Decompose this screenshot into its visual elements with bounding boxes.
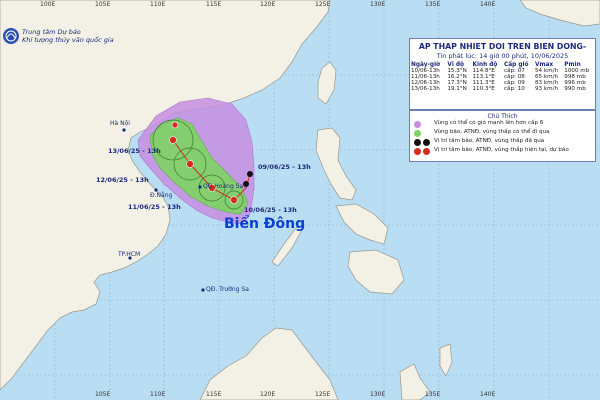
legend-box: Chú Thích Vùng có thể có gió mạnh lên hơ… xyxy=(409,110,596,162)
lon-top-130: 130E xyxy=(370,1,386,8)
place-hoangsa: QĐ Hoàng Sa xyxy=(203,183,244,190)
sea-label: Biển Đông xyxy=(224,216,306,232)
legend-item-track: Vùng bão, ATNĐ, vùng thấp có thể đi qua xyxy=(410,129,595,138)
org-line-2: Khí tượng thủy văn quốc gia xyxy=(22,36,114,44)
lon-bottom-115: 115E xyxy=(206,391,222,398)
legend-item-label: Vị trí tâm bão, ATNĐ, vùng thấp đã qua xyxy=(434,138,545,144)
table-cell: 990 mb xyxy=(564,86,586,92)
lon-top-140: 140E xyxy=(480,1,496,8)
table-cell: 13/06-13h xyxy=(411,86,440,92)
track-label-12: 12/06/25 - 13h xyxy=(96,176,149,184)
legend-item-label: Vùng bão, ATNĐ, vùng thấp có thể đi qua xyxy=(434,129,550,135)
bulletin-box: AP THAP NHIET DOI TREN BIEN DONG- Tin ph… xyxy=(409,38,596,110)
lon-bottom-120: 120E xyxy=(260,391,276,398)
table-cell: 19.1°N xyxy=(447,86,467,92)
org-name: Trung tâm Dự báo Khí tượng thủy văn quốc… xyxy=(22,28,114,44)
track-label-09: 09/06/25 - 13h xyxy=(258,163,311,171)
lon-bottom-105: 105E xyxy=(95,391,111,398)
lon-bottom-110: 110E xyxy=(150,391,166,398)
lon-bottom-140: 140E xyxy=(480,391,496,398)
place-hcm: TP.HCM xyxy=(118,251,141,258)
forecast-map: 100E 105E 110E 115E 120E 125E 130E 135E … xyxy=(0,0,600,400)
lon-bottom-135: 135E xyxy=(425,391,441,398)
bulletin-issued: Tin phát lúc: 14 giờ 00 phút, 10/06/2025 xyxy=(436,52,569,60)
org-line-1: Trung tâm Dự báo xyxy=(22,28,81,36)
lon-bottom-125: 125E xyxy=(315,391,331,398)
lon-top-110: 110E xyxy=(150,1,166,8)
lon-top-125: 125E xyxy=(315,1,331,8)
lon-top-100: 100E xyxy=(40,1,56,8)
table-cell: 93 km/h xyxy=(534,86,558,92)
storm-forecast-icon xyxy=(414,148,430,157)
bulletin-table: Ngày-giờ Vĩ độ Kinh độ Cấp gió Vmax Pmin… xyxy=(410,62,595,92)
table-cell: 110.3°E xyxy=(472,86,495,92)
place-truongsa: QĐ. Trường Sa xyxy=(206,286,249,293)
place-danang: Đ.Nẵng xyxy=(150,192,173,199)
legend-item-label: Vùng có thể có gió mạnh lên hơn cấp 6 xyxy=(434,120,544,126)
place-hanoi: Hà Nội xyxy=(110,120,130,127)
table-row: 13/06-13h 19.1°N 110.3°E cấp: 10 93 km/h… xyxy=(410,86,595,92)
lon-top-105: 105E xyxy=(95,1,111,8)
lon-top-135: 135E xyxy=(425,1,441,8)
track-label-10: 10/06/25 - 13h xyxy=(244,206,297,214)
track-label-11: 11/06/25 - 13h xyxy=(128,203,181,211)
legend-item-label: Vị trí tâm bão, ATNĐ, vùng thấp hiện tại… xyxy=(434,147,569,153)
track-label-13: 13/06/25 - 13h xyxy=(108,147,161,155)
legend-item-forecast: Vị trí tâm bão, ATNĐ, vùng thấp hiện tại… xyxy=(410,147,595,156)
table-cell: cấp: 10 xyxy=(503,86,525,92)
lon-top-115: 115E xyxy=(206,1,222,8)
logo-icon xyxy=(3,28,19,44)
legend-item-wind: Vùng có thể có gió mạnh lên hơn cấp 6 xyxy=(410,120,595,129)
lon-top-120: 120E xyxy=(260,1,276,8)
lon-bottom-130: 130E xyxy=(370,391,386,398)
legend-title: Chú Thích xyxy=(487,113,518,120)
legend-item-past: Vị trí tâm bão, ATNĐ, vùng thấp đã qua xyxy=(410,138,595,147)
bulletin-title: AP THAP NHIET DOI TREN BIEN DONG- xyxy=(418,42,587,51)
